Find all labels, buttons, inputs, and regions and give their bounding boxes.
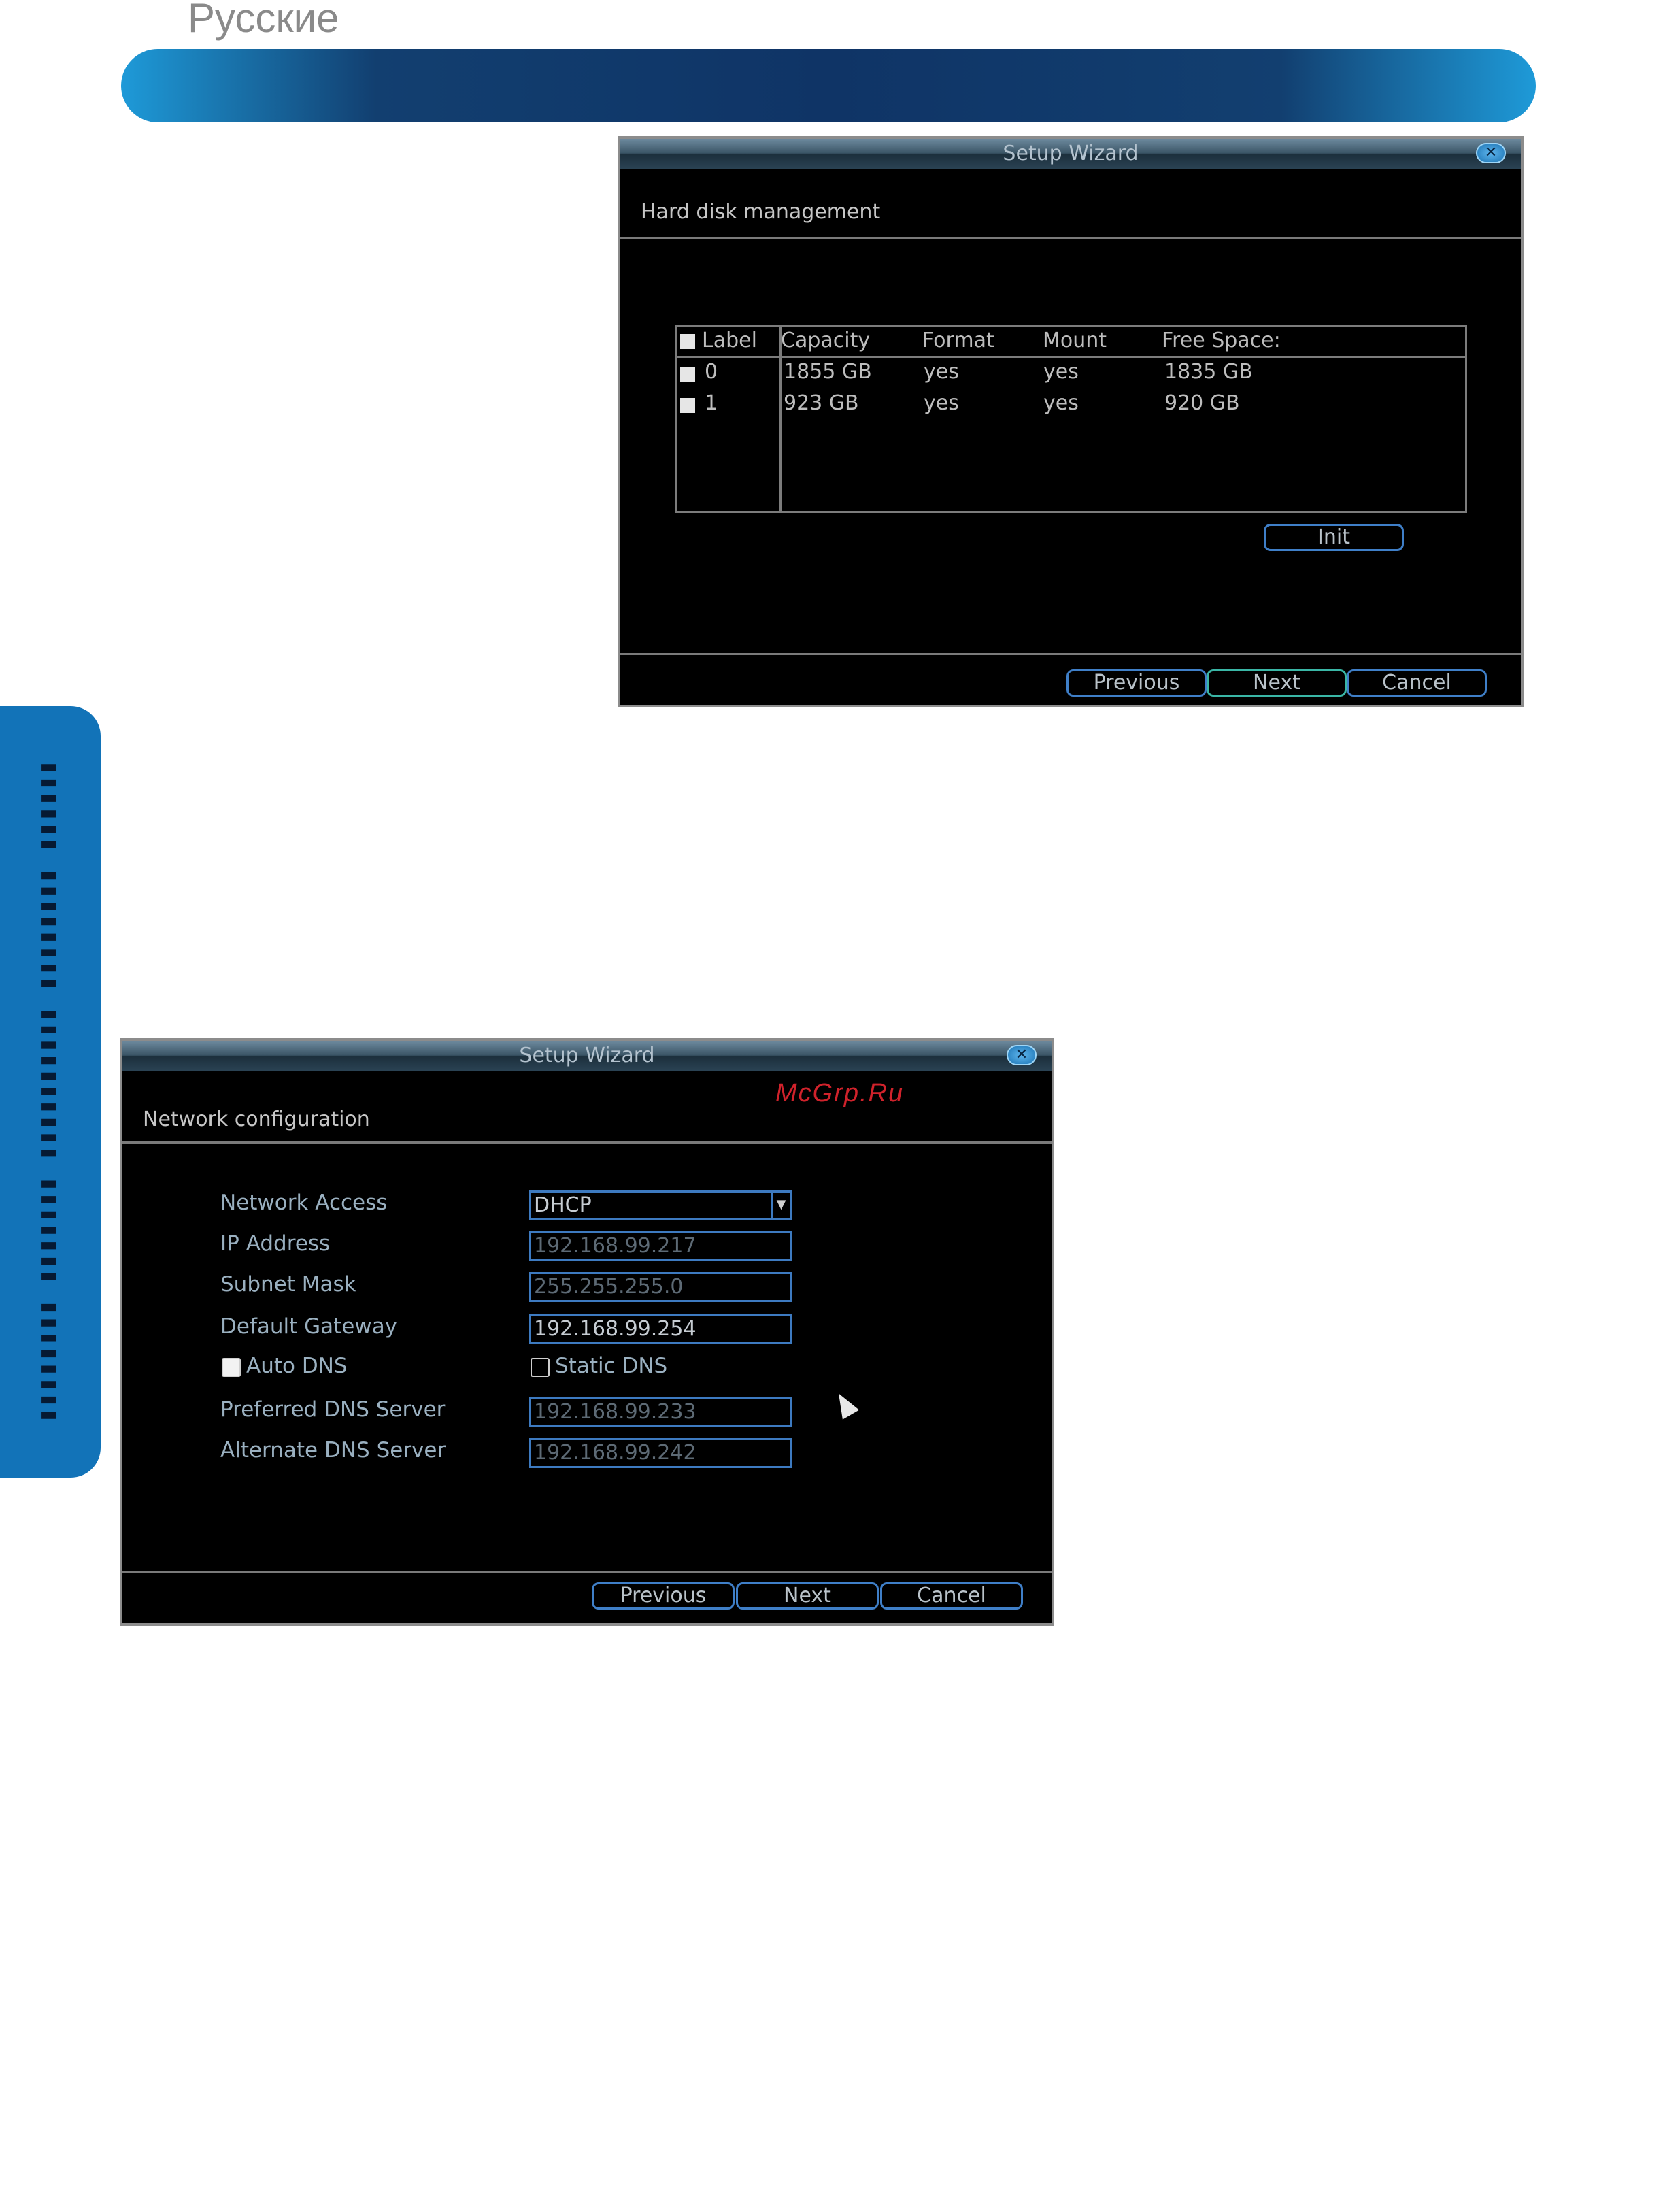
ip-address-input[interactable]: 192.168.99.217 <box>529 1231 792 1261</box>
side-tab-text: ▮▮▮▮▮▮ ▮▮▮▮▮▮▮▮ ▮▮▮▮▮▮▮▮▮▮ ▮▮▮▮▮▮▮ ▮▮▮▮▮… <box>36 760 65 1424</box>
alternate-dns-label: Alternate DNS Server <box>220 1438 446 1463</box>
default-gateway-input[interactable]: 192.168.99.254 <box>529 1314 792 1344</box>
row-capacity: 923 GB <box>784 391 859 415</box>
close-x-icon[interactable]: ✕ <box>1476 143 1506 163</box>
row-format: yes <box>924 360 959 384</box>
subnet-mask-label: Subnet Mask <box>220 1272 356 1297</box>
divider <box>620 653 1521 655</box>
cancel-button[interactable]: Cancel <box>880 1582 1023 1610</box>
select-all-checkbox[interactable] <box>680 334 695 349</box>
default-gateway-label: Default Gateway <box>220 1314 398 1339</box>
subnet-mask-input[interactable]: 255.255.255.0 <box>529 1272 792 1302</box>
side-tab: ▮▮▮▮▮▮ ▮▮▮▮▮▮▮▮ ▮▮▮▮▮▮▮▮▮▮ ▮▮▮▮▮▮▮ ▮▮▮▮▮… <box>0 706 101 1478</box>
network-access-label: Network Access <box>220 1190 388 1215</box>
next-button[interactable]: Next <box>1207 669 1347 697</box>
row-checkbox[interactable] <box>680 367 695 382</box>
row-mount: yes <box>1043 391 1079 415</box>
row-checkbox[interactable] <box>680 398 695 413</box>
close-x-icon[interactable]: ✕ <box>1007 1045 1037 1065</box>
dialog-title-bar: Setup Wizard <box>122 1041 1052 1071</box>
page-language-label: Русские <box>188 0 339 41</box>
dialog-title-bar: Setup Wizard <box>620 139 1521 169</box>
auto-dns-checkbox[interactable] <box>222 1358 241 1377</box>
preferred-dns-input[interactable]: 192.168.99.233 <box>529 1397 792 1427</box>
divider <box>122 1141 1052 1144</box>
divider <box>122 1571 1052 1573</box>
row-capacity: 1855 GB <box>784 360 872 384</box>
row-mount: yes <box>1043 360 1079 384</box>
dialog-subtitle: Hard disk management <box>641 200 881 224</box>
static-dns-checkbox[interactable] <box>531 1358 550 1377</box>
preferred-dns-label: Preferred DNS Server <box>220 1397 446 1422</box>
row-free-space: 920 GB <box>1164 391 1240 415</box>
network-access-select[interactable]: DHCP ▼ <box>529 1190 792 1220</box>
previous-button[interactable]: Previous <box>592 1582 735 1610</box>
cancel-button[interactable]: Cancel <box>1347 669 1487 697</box>
disk-table: Label Capacity Format Mount Free Space: … <box>675 325 1467 513</box>
previous-button[interactable]: Previous <box>1066 669 1207 697</box>
next-button[interactable]: Next <box>736 1582 879 1610</box>
table-header-free-space: Free Space: <box>1162 329 1281 352</box>
dialog-title: Setup Wizard <box>519 1044 655 1067</box>
table-header-label: Label <box>702 329 757 352</box>
alternate-dns-input[interactable]: 192.168.99.242 <box>529 1438 792 1468</box>
header-bar <box>121 49 1536 122</box>
watermark: McGrp.Ru <box>775 1079 905 1107</box>
auto-dns-label: Auto DNS <box>246 1354 348 1378</box>
dialog-title: Setup Wizard <box>1003 141 1139 165</box>
table-header-format: Format <box>922 329 994 352</box>
init-button[interactable]: Init <box>1264 524 1404 551</box>
static-dns-label: Static DNS <box>555 1354 668 1378</box>
divider <box>620 237 1521 239</box>
network-access-value: DHCP <box>534 1193 592 1217</box>
row-free-space: 1835 GB <box>1164 360 1253 384</box>
dialog-subtitle: Network configuration <box>143 1107 370 1131</box>
table-header-mount: Mount <box>1043 329 1107 352</box>
row-format: yes <box>924 391 959 415</box>
row-label: 1 <box>705 391 718 415</box>
table-header-capacity: Capacity <box>781 329 871 352</box>
ip-address-label: IP Address <box>220 1231 331 1256</box>
chevron-down-icon[interactable]: ▼ <box>771 1193 790 1218</box>
row-label: 0 <box>705 360 718 384</box>
